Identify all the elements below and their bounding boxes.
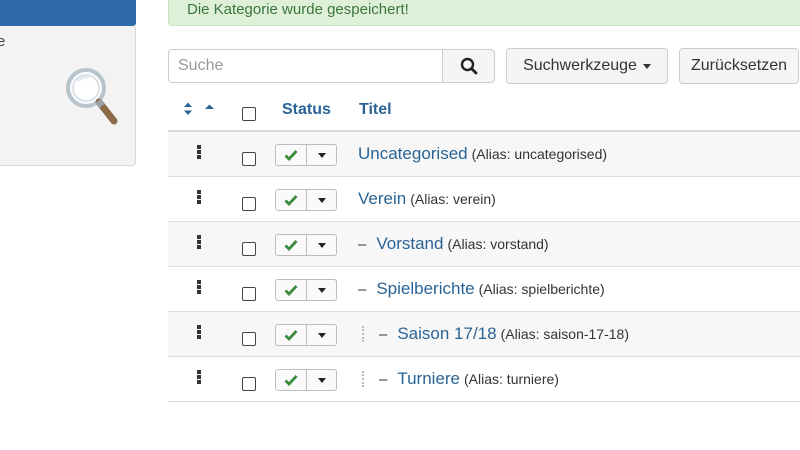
checkmark-icon (284, 330, 298, 341)
category-alias: (Alias: verein) (410, 191, 496, 207)
status-toggle-group (275, 369, 337, 391)
published-toggle[interactable] (276, 280, 307, 300)
status-toggle-group (275, 234, 337, 256)
status-dropdown-button[interactable] (307, 370, 336, 390)
category-alias: (Alias: vorstand) (447, 236, 549, 252)
published-toggle[interactable] (276, 190, 307, 210)
success-message: Die Kategorie wurde gespeichert! (168, 0, 800, 26)
category-alias: (Alias: spielberichte) (478, 281, 605, 297)
sidebar-partial-text: e (0, 33, 6, 50)
table-row: Uncategorised (Alias: uncategorised) (168, 132, 800, 177)
status-column-header[interactable]: Status (282, 101, 331, 119)
tree-indent-line (362, 326, 364, 342)
status-toggle-group (275, 324, 337, 346)
table-row: – Spielberichte (Alias: spielberichte) (168, 267, 800, 312)
chevron-down-icon (317, 152, 326, 158)
status-dropdown-button[interactable] (307, 280, 336, 300)
category-alias: (Alias: saison-17-18) (500, 326, 629, 342)
search-button[interactable] (442, 49, 495, 83)
category-title-link[interactable]: Uncategorised (358, 144, 468, 164)
reset-button[interactable]: Zurücksetzen (679, 48, 799, 84)
checkmark-icon (284, 240, 298, 251)
row-checkbox[interactable] (242, 377, 256, 391)
category-title-cell: – Turniere (Alias: turniere) (379, 369, 559, 389)
drag-handle-icon[interactable] (197, 235, 201, 249)
select-all-checkbox[interactable] (242, 107, 256, 121)
status-dropdown-button[interactable] (307, 325, 336, 345)
tree-level-dash: – (358, 236, 367, 253)
category-title-cell: – Vorstand (Alias: vorstand) (358, 234, 549, 254)
published-toggle[interactable] (276, 235, 307, 255)
drag-handle-icon[interactable] (197, 280, 201, 294)
title-column-header[interactable]: Titel (359, 101, 392, 119)
table-row: – Turniere (Alias: turniere) (168, 357, 800, 402)
chevron-down-icon (317, 242, 326, 248)
status-dropdown-button[interactable] (307, 190, 336, 210)
category-title-cell: Verein (Alias: verein) (358, 189, 496, 209)
status-toggle-group (275, 189, 337, 211)
chevron-down-icon (317, 287, 326, 293)
table-header (168, 92, 800, 132)
sort-order-icon[interactable] (182, 101, 218, 117)
chevron-down-icon (317, 377, 326, 383)
tree-indent-line (362, 371, 364, 387)
category-title-link[interactable]: Verein (358, 189, 406, 209)
category-title-link[interactable]: Turniere (397, 369, 460, 389)
table-row: – Vorstand (Alias: vorstand) (168, 222, 800, 267)
checkmark-icon (284, 195, 298, 206)
table-row: – Saison 17/18 (Alias: saison-17-18) (168, 312, 800, 357)
search-tools-button[interactable]: Suchwerkzeuge (506, 48, 668, 84)
status-dropdown-button[interactable] (307, 235, 336, 255)
success-message-text: Die Kategorie wurde gespeichert! (187, 1, 409, 18)
search-icon (460, 57, 477, 75)
search-input[interactable] (168, 49, 444, 83)
row-checkbox[interactable] (242, 332, 256, 346)
status-toggle-group (275, 144, 337, 166)
magnifier-icon (66, 68, 118, 125)
checkmark-icon (284, 375, 298, 386)
drag-handle-icon[interactable] (197, 370, 201, 384)
category-title-link[interactable]: Spielberichte (376, 279, 474, 299)
tree-level-dash: – (379, 371, 388, 388)
sidebar-header (0, 0, 136, 26)
category-title-cell: Uncategorised (Alias: uncategorised) (358, 144, 607, 164)
row-checkbox[interactable] (242, 287, 256, 301)
published-toggle[interactable] (276, 145, 307, 165)
row-checkbox[interactable] (242, 242, 256, 256)
chevron-down-icon (317, 197, 326, 203)
category-title-cell: – Spielberichte (Alias: spielberichte) (358, 279, 605, 299)
published-toggle[interactable] (276, 325, 307, 345)
category-title-link[interactable]: Saison 17/18 (397, 324, 496, 344)
status-dropdown-button[interactable] (307, 145, 336, 165)
checkmark-icon (284, 150, 298, 161)
category-title-link[interactable]: Vorstand (376, 234, 443, 254)
tree-level-dash: – (379, 326, 388, 343)
row-checkbox[interactable] (242, 152, 256, 166)
category-title-cell: – Saison 17/18 (Alias: saison-17-18) (379, 324, 629, 344)
chevron-down-icon (317, 332, 326, 338)
category-alias: (Alias: turniere) (464, 371, 559, 387)
drag-handle-icon[interactable] (197, 145, 201, 159)
reset-label: Zurücksetzen (690, 57, 788, 74)
checkmark-icon (284, 285, 298, 296)
category-alias: (Alias: uncategorised) (471, 146, 608, 162)
chevron-down-icon (642, 63, 651, 69)
published-toggle[interactable] (276, 370, 307, 390)
status-toggle-group (275, 279, 337, 301)
drag-handle-icon[interactable] (197, 325, 201, 339)
row-checkbox[interactable] (242, 197, 256, 211)
tree-level-dash: – (358, 281, 367, 298)
search-tools-label: Suchwerkzeuge (523, 57, 637, 74)
table-row: Verein (Alias: verein) (168, 177, 800, 222)
drag-handle-icon[interactable] (197, 190, 201, 204)
